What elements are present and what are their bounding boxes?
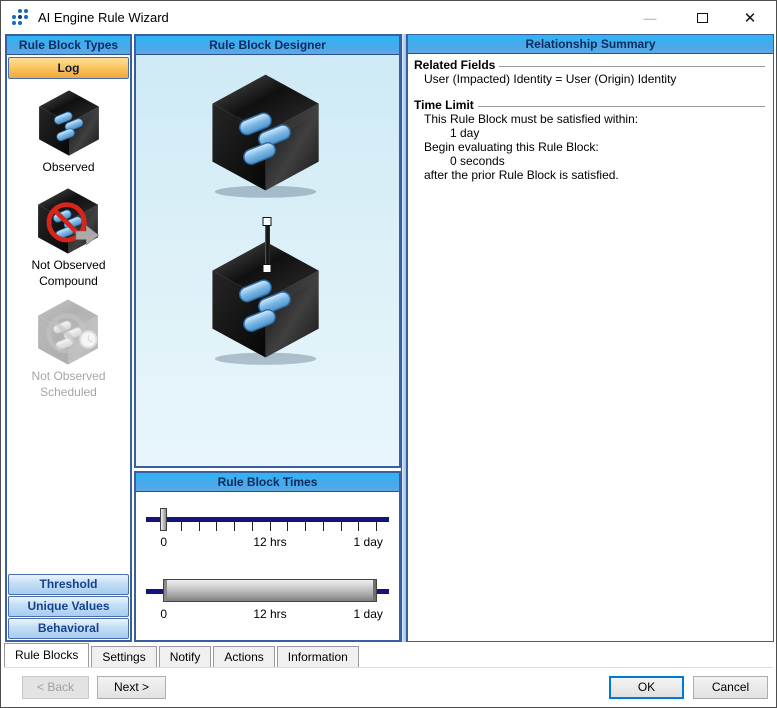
section-divider [477, 105, 765, 107]
begin-evaluating-text: Begin evaluating this Rule Block: [424, 140, 599, 154]
maximize-icon [696, 13, 708, 23]
log-category-button[interactable]: Log [8, 57, 129, 79]
rule-block-type-list: Observed Not Observed Compound Not Obser… [7, 80, 130, 573]
time-limit-section: Time Limit This Rule Block must be satis… [414, 98, 765, 182]
time-limit-range-slider: 0 12 hrs 1 day [146, 569, 389, 629]
rule-block-designer-header: Rule Block Designer [136, 36, 399, 55]
wizard-tab-strip: Rule Blocks Settings Notify Actions Info… [4, 643, 773, 668]
observed-cube-icon [38, 89, 99, 157]
time-limit-text: This Rule Block must be satisfied within… [424, 112, 639, 126]
time-limit-value: 1 day [450, 126, 480, 140]
maximize-button[interactable] [686, 7, 718, 29]
minimize-button[interactable]: — [634, 7, 666, 29]
behavioral-button[interactable]: Behavioral [8, 618, 129, 639]
type-item-not-observed-compound[interactable]: Not Observed Compound [31, 186, 106, 288]
slider-labels: 0 12 hrs 1 day [160, 535, 383, 549]
slider-handle[interactable] [160, 508, 167, 531]
type-item-not-observed-scheduled: Not Observed Scheduled [31, 297, 106, 399]
title-bar: AI Engine Rule Wizard — ✕ [1, 1, 776, 33]
after-prior-text: after the prior Rule Block is satisfied. [424, 168, 619, 182]
cancel-button[interactable]: Cancel [693, 676, 768, 699]
rule-block-times-header: Rule Block Times [136, 473, 399, 492]
ok-button[interactable]: OK [609, 676, 684, 699]
designer-canvas[interactable] [136, 55, 399, 466]
type-item-label: Not Observed [31, 369, 106, 383]
section-title: Related Fields [414, 58, 496, 72]
unique-values-button[interactable]: Unique Values [8, 596, 129, 617]
rule-block-1-cube-icon[interactable] [204, 71, 326, 199]
link-handle-top[interactable] [262, 217, 272, 226]
range-bar-handle[interactable] [163, 579, 377, 602]
type-item-label: Observed [42, 160, 95, 174]
tab-actions[interactable]: Actions [213, 646, 275, 667]
ai-engine-rule-wizard-window: AI Engine Rule Wizard — ✕ Rule Block Typ… [0, 0, 777, 708]
rule-block-designer-panel: Rule Block Designer [134, 34, 401, 468]
tab-rule-blocks[interactable]: Rule Blocks [4, 643, 90, 667]
category-buttons: Threshold Unique Values Behavioral [7, 573, 130, 639]
next-button[interactable]: Next > [97, 676, 166, 699]
app-logo-icon [11, 9, 28, 26]
relationship-summary-header: Relationship Summary [408, 35, 773, 54]
back-button: < Back [22, 676, 89, 699]
rule-block-times-panel: Rule Block Times 0 12 hrs 1 day 0 12 hrs… [134, 471, 401, 642]
relationship-summary-panel: Relationship Summary Related Fields User… [407, 34, 774, 642]
type-item-observed[interactable]: Observed [35, 88, 103, 177]
window-title: AI Engine Rule Wizard [38, 9, 169, 25]
slider-labels: 0 12 hrs 1 day [160, 607, 383, 621]
rule-block-link[interactable] [262, 217, 272, 273]
tab-notify[interactable]: Notify [158, 646, 212, 667]
begin-evaluating-slider: 0 12 hrs 1 day [146, 497, 389, 557]
tab-information[interactable]: Information [276, 646, 359, 667]
section-title: Time Limit [414, 98, 474, 112]
section-divider [499, 65, 765, 67]
close-button[interactable]: ✕ [734, 7, 766, 29]
link-handle-bottom[interactable] [262, 264, 272, 273]
tab-settings[interactable]: Settings [91, 646, 157, 667]
rule-block-types-header: Rule Block Types [7, 36, 130, 55]
not-observed-scheduled-icon [38, 298, 99, 366]
slider-ticks [163, 522, 377, 531]
related-fields-text: User (Impacted) Identity = User (Origin)… [424, 72, 677, 86]
not-observed-compound-icon [38, 187, 100, 255]
threshold-button[interactable]: Threshold [8, 574, 129, 595]
type-item-label: Not Observed [31, 258, 106, 272]
summary-body: Related Fields User (Impacted) Identity … [408, 54, 773, 182]
rule-block-types-panel: Rule Block Types Log Observed Not Observ… [5, 34, 132, 642]
begin-evaluating-value: 0 seconds [450, 154, 505, 168]
related-fields-section: Related Fields User (Impacted) Identity … [414, 58, 765, 86]
